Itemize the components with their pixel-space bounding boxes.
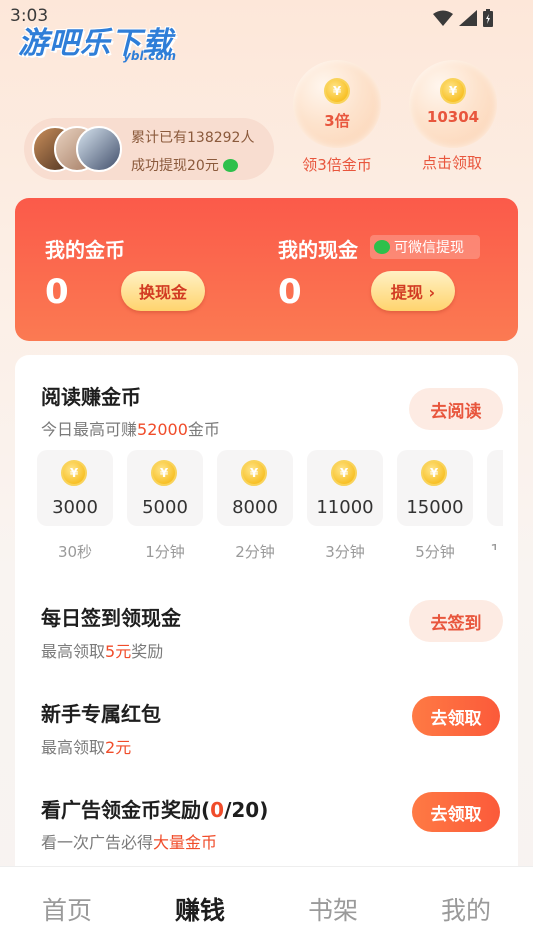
withdraw-button[interactable]: 提现 › — [371, 271, 455, 311]
my-coins-label: 我的金币 — [45, 238, 125, 262]
withdraw-text: 成功提现20元 — [131, 155, 238, 175]
wechat-withdraw-tag: 可微信提现 — [370, 235, 480, 259]
reward-tile-label: 1 — [490, 541, 500, 550]
total-users-text: 累计已有138292人 — [131, 130, 255, 146]
coin-icon: ¥ — [440, 78, 466, 104]
my-coins-value: 0 — [45, 272, 69, 312]
logo-subtext: ybl.com — [123, 49, 176, 63]
wallet-card: 我的金币 0 换现金 我的现金 0 提现 › — [15, 198, 518, 341]
coin-icon: ¥ — [331, 460, 357, 486]
checkin-title: 每日签到领现金 — [41, 606, 181, 630]
avatar — [76, 126, 122, 172]
nav-home[interactable]: 首页 — [17, 891, 117, 927]
claim-coin-bubble[interactable]: ¥ 10304 — [409, 60, 497, 148]
triple-coin-value: 3倍 — [324, 112, 350, 130]
newbie-subtitle: 最高领取2元 — [41, 738, 132, 757]
nav-mine[interactable]: 我的 — [416, 891, 516, 927]
reward-tile-label: 30秒 — [57, 543, 93, 561]
coin-icon: ¥ — [324, 78, 350, 104]
reading-title: 阅读赚金币 — [41, 385, 141, 409]
reward-tile-label: 2分钟 — [235, 543, 275, 561]
triple-coin-caption[interactable]: 领3倍金币 — [282, 154, 392, 175]
coin-icon: ¥ — [61, 460, 87, 486]
reward-tile[interactable]: ¥8000 — [217, 450, 293, 526]
coin-icon: ¥ — [241, 460, 267, 486]
reward-tile[interactable]: ¥3000 — [37, 450, 113, 526]
reward-tile-label: 3分钟 — [325, 543, 365, 561]
wechat-icon — [222, 159, 238, 172]
battery-icon — [483, 9, 493, 27]
reward-tile[interactable]: ¥1 — [487, 450, 503, 526]
reading-subtitle: 今日最高可赚52000金币 — [41, 420, 220, 439]
checkin-button[interactable]: 去签到 — [409, 600, 503, 642]
nav-bookshelf[interactable]: 书架 — [283, 891, 383, 927]
coin-icon: ¥ — [421, 460, 447, 486]
ads-subtitle: 看一次广告必得大量金币 — [41, 833, 218, 852]
claim-coin-value: 10304 — [426, 108, 480, 126]
my-cash-label: 我的现金 — [278, 238, 358, 262]
go-read-button[interactable]: 去阅读 — [409, 388, 503, 430]
claim-coin-caption[interactable]: 点击领取 — [397, 152, 507, 173]
wechat-icon — [374, 240, 390, 254]
wifi-icon — [433, 10, 453, 26]
reward-tile[interactable]: ¥15000 — [397, 450, 473, 526]
my-cash-value: 0 — [278, 272, 302, 312]
triple-coin-bubble[interactable]: ¥ 3倍 — [293, 60, 381, 148]
reward-tile[interactable]: ¥11000 — [307, 450, 383, 526]
nav-earn[interactable]: 赚钱 — [150, 891, 250, 927]
checkin-subtitle: 最高领取5元奖励 — [41, 642, 164, 661]
ads-title: 看广告领金币奖励(0/20) — [41, 798, 269, 822]
site-logo: 游吧乐下载 ybl.com — [18, 18, 188, 70]
bottom-nav: 首页 赚钱 书架 我的 — [0, 866, 533, 948]
exchange-cash-button[interactable]: 换现金 — [121, 271, 205, 311]
ads-claim-button[interactable]: 去领取 — [412, 792, 500, 832]
reward-tile[interactable]: ¥5000 — [127, 450, 203, 526]
newbie-title: 新手专属红包 — [41, 702, 161, 726]
reward-tile-label: 5分钟 — [415, 543, 455, 561]
status-icons — [433, 9, 493, 27]
coin-icon: ¥ — [151, 460, 177, 486]
withdraw-summary: 累计已有138292人 成功提现20元 — [24, 118, 274, 180]
signal-icon — [459, 10, 477, 26]
reward-tile-label: 1分钟 — [145, 543, 185, 561]
tile-overflow-clip: ¥1 1 — [487, 450, 503, 550]
newbie-claim-button[interactable]: 去领取 — [412, 696, 500, 736]
